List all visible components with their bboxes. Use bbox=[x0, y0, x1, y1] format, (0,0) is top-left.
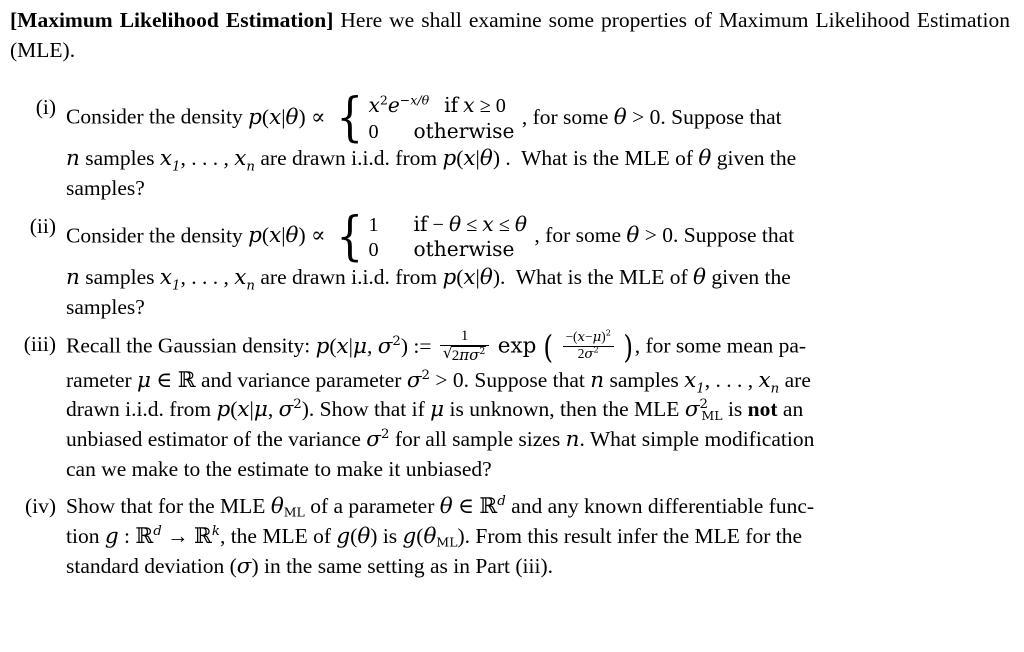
problem-label-i: (i) bbox=[35, 95, 56, 119]
problem-iv-line-1: Show that for the MLE θML of a parameter… bbox=[66, 494, 815, 520]
problem-iii-line-4: unbiased estimator of the variance σ2 fo… bbox=[66, 426, 815, 452]
left-brace-glyph: { bbox=[336, 205, 364, 267]
problem-body-i: Consider the density p(x|θ) ∝ { x2e−x/θ … bbox=[66, 87, 1014, 204]
problem-ii-lead: Consider the density bbox=[66, 223, 243, 248]
problem-item-i: (i) Consider the density p(x|θ) ∝ { x2e−… bbox=[10, 87, 1014, 204]
problem-i-case-value-1: x2e−x/θ bbox=[368, 92, 430, 117]
problem-iii-line-3: drawn i.i.d. from p(x|μ, σ2). Show that … bbox=[66, 397, 804, 423]
gaussian-exponent-fraction: −(x−μ)2 2σ2 bbox=[562, 328, 614, 362]
problem-item-iii: (iii) Recall the Gaussian density: p(x|μ… bbox=[10, 328, 1014, 484]
problem-ii-line-2: n samples x1, . . . , xn are drawn i.i.d… bbox=[66, 264, 791, 294]
problem-iii-line1-pre: Recall the Gaussian density: bbox=[66, 333, 311, 358]
problem-label-iv: (iv) bbox=[24, 494, 56, 519]
problem-i-case-cond-1: if x ≥ 0 bbox=[444, 93, 506, 117]
problem-ii-case-row-1: 1 if − θ ≤ x ≤ θ bbox=[368, 212, 527, 238]
problem-ii-case-cond-2: otherwise bbox=[413, 237, 515, 262]
problem-i-case-row-2: 0 otherwise bbox=[368, 119, 514, 145]
problem-body-ii: Consider the density p(x|θ) ∝ { 1 if − θ… bbox=[66, 205, 1014, 323]
problem-body-iv: Show that for the MLE θML of a parameter… bbox=[66, 492, 1014, 581]
problem-i-lead: Consider the density bbox=[66, 104, 243, 129]
problem-iii-formula-lhs: p(x|μ, σ2) := bbox=[315, 333, 437, 359]
problem-label-ii: (ii) bbox=[29, 213, 56, 238]
problem-ii-cases: { 1 if − θ ≤ x ≤ θ 0 otherwise bbox=[333, 205, 527, 267]
problem-ii-after-cases: , for some θ > 0. Suppose that bbox=[534, 223, 795, 249]
gaussian-frac-numerator: 1 bbox=[460, 328, 469, 345]
problem-iv-line-3: standard deviation (σ) in the same setti… bbox=[66, 553, 553, 579]
problem-body-iii: Recall the Gaussian density: p(x|μ, σ2) … bbox=[66, 328, 1014, 484]
problem-list: (i) Consider the density p(x|θ) ∝ { x2e−… bbox=[10, 87, 1014, 589]
gaussian-frac-denominator: 2πσ2 bbox=[439, 344, 490, 364]
problem-iv-line-2: tion g : ℝd → ℝk, the MLE of g(θ) is g(θ… bbox=[66, 523, 803, 550]
problem-i-after-cases: , for some θ > 0. Suppose that bbox=[521, 104, 782, 130]
problem-ii-case-row-2: 0 otherwise bbox=[368, 237, 527, 263]
exp-operator: exp bbox=[497, 333, 537, 359]
gaussian-exponent-numerator: −(x−μ)2 bbox=[565, 328, 611, 346]
problem-i-density-lhs: p(x|θ) ∝ bbox=[248, 104, 326, 130]
problem-i-line-2: n samples x1, . . . , xn are drawn i.i.d… bbox=[66, 146, 797, 175]
document-page: [Maximum Likelihood Estimation] Here we … bbox=[0, 0, 1024, 652]
problem-iii-line-2: rameter μ ∈ ℝ and variance parameter σ2 … bbox=[66, 367, 811, 396]
problem-ii-case-value-2: 0 bbox=[368, 239, 379, 262]
problem-ii-case-value-1: 1 bbox=[368, 213, 379, 236]
problem-iii-line1-post: , for some mean pa- bbox=[634, 333, 807, 358]
problem-i-cases: { x2e−x/θ if x ≥ 0 0 otherwise bbox=[333, 87, 514, 149]
left-brace-glyph: { bbox=[336, 87, 364, 149]
problem-item-ii: (ii) Consider the density p(x|θ) ∝ { 1 i… bbox=[10, 205, 1014, 323]
problem-i-line-3: samples? bbox=[66, 175, 145, 200]
problem-ii-line-3: samples? bbox=[66, 294, 145, 319]
gaussian-exponent-denominator: 2σ2 bbox=[562, 345, 614, 362]
problem-iii-line-5: can we make to the estimate to make it u… bbox=[66, 456, 492, 481]
problem-item-iv: (iv) Show that for the MLE θML of a para… bbox=[10, 492, 1014, 581]
problem-title: [Maximum Likelihood Estimation] bbox=[10, 8, 334, 32]
problem-i-case-row-1: x2e−x/θ if x ≥ 0 bbox=[368, 93, 514, 119]
gaussian-normalization-fraction: 1 2πσ2 bbox=[439, 328, 490, 364]
problem-ii-density-lhs: p(x|θ) ∝ bbox=[248, 223, 326, 249]
problem-i-case-cond-2: otherwise bbox=[413, 118, 515, 143]
problem-ii-line-1: Consider the density p(x|θ) ∝ { 1 if − θ… bbox=[66, 205, 1014, 267]
problem-i-line-1: Consider the density p(x|θ) ∝ { x2e−x/θ … bbox=[66, 87, 1014, 149]
problem-iii-bold-not: not bbox=[747, 397, 778, 422]
problem-ii-case-cond-1: if − θ ≤ x ≤ θ bbox=[413, 211, 528, 236]
intro-paragraph: [Maximum Likelihood Estimation] Here we … bbox=[10, 6, 1010, 65]
problem-i-case-value-2: 0 bbox=[368, 120, 379, 143]
problem-iii-line-1: Recall the Gaussian density: p(x|μ, σ2) … bbox=[66, 328, 1014, 366]
problem-label-iii: (iii) bbox=[23, 332, 56, 357]
